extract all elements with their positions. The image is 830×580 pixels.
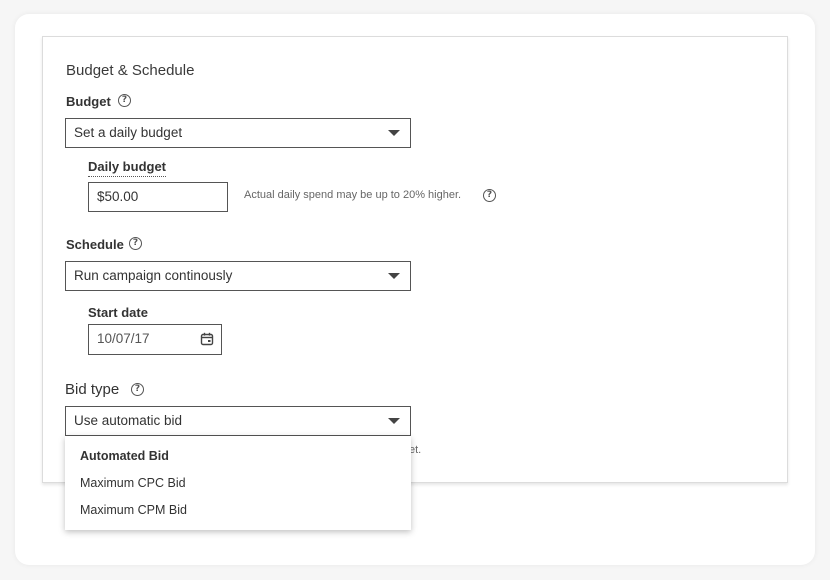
caret-down-icon [388, 273, 400, 279]
question-circle-icon[interactable]: ? [131, 383, 144, 396]
schedule-select-value: Run campaign continously [74, 268, 233, 283]
menu-item-maximum-cpm-bid[interactable]: Maximum CPM Bid [80, 503, 187, 517]
start-date-label: Start date [88, 305, 148, 320]
daily-budget-label: Daily budget [88, 159, 167, 177]
bid-type-dropdown-menu: Automated Bid Maximum CPC Bid Maximum CP… [65, 436, 411, 530]
daily-budget-value: $50.00 [97, 189, 139, 204]
section-title: Budget & Schedule [66, 62, 195, 79]
bid-type-label: Bid type [65, 381, 120, 398]
question-circle-icon[interactable]: ? [129, 237, 142, 250]
caret-down-icon [388, 418, 400, 424]
menu-item-automated-bid[interactable]: Automated Bid [80, 449, 169, 463]
daily-budget-hint: Actual daily spend may be up to 20% high… [244, 189, 462, 201]
schedule-label: Schedule [66, 237, 124, 252]
budget-select-value: Set a daily budget [74, 125, 183, 140]
budget-select[interactable]: Set a daily budget [65, 118, 411, 148]
question-circle-icon[interactable]: ? [483, 189, 496, 202]
menu-item-maximum-cpc-bid[interactable]: Maximum CPC Bid [80, 476, 186, 490]
daily-budget-input[interactable]: $50.00 [88, 182, 228, 212]
start-date-value: 10/07/17 [97, 331, 150, 346]
bid-type-select-value: Use automatic bid [74, 413, 183, 428]
budget-label: Budget [66, 94, 111, 109]
schedule-select[interactable]: Run campaign continously [65, 261, 411, 291]
start-date-input[interactable]: 10/07/17 [88, 324, 222, 355]
question-circle-icon[interactable]: ? [118, 94, 131, 107]
bid-type-select[interactable]: Use automatic bid [65, 406, 411, 436]
caret-down-icon [388, 130, 400, 136]
calendar-icon[interactable] [200, 332, 214, 346]
